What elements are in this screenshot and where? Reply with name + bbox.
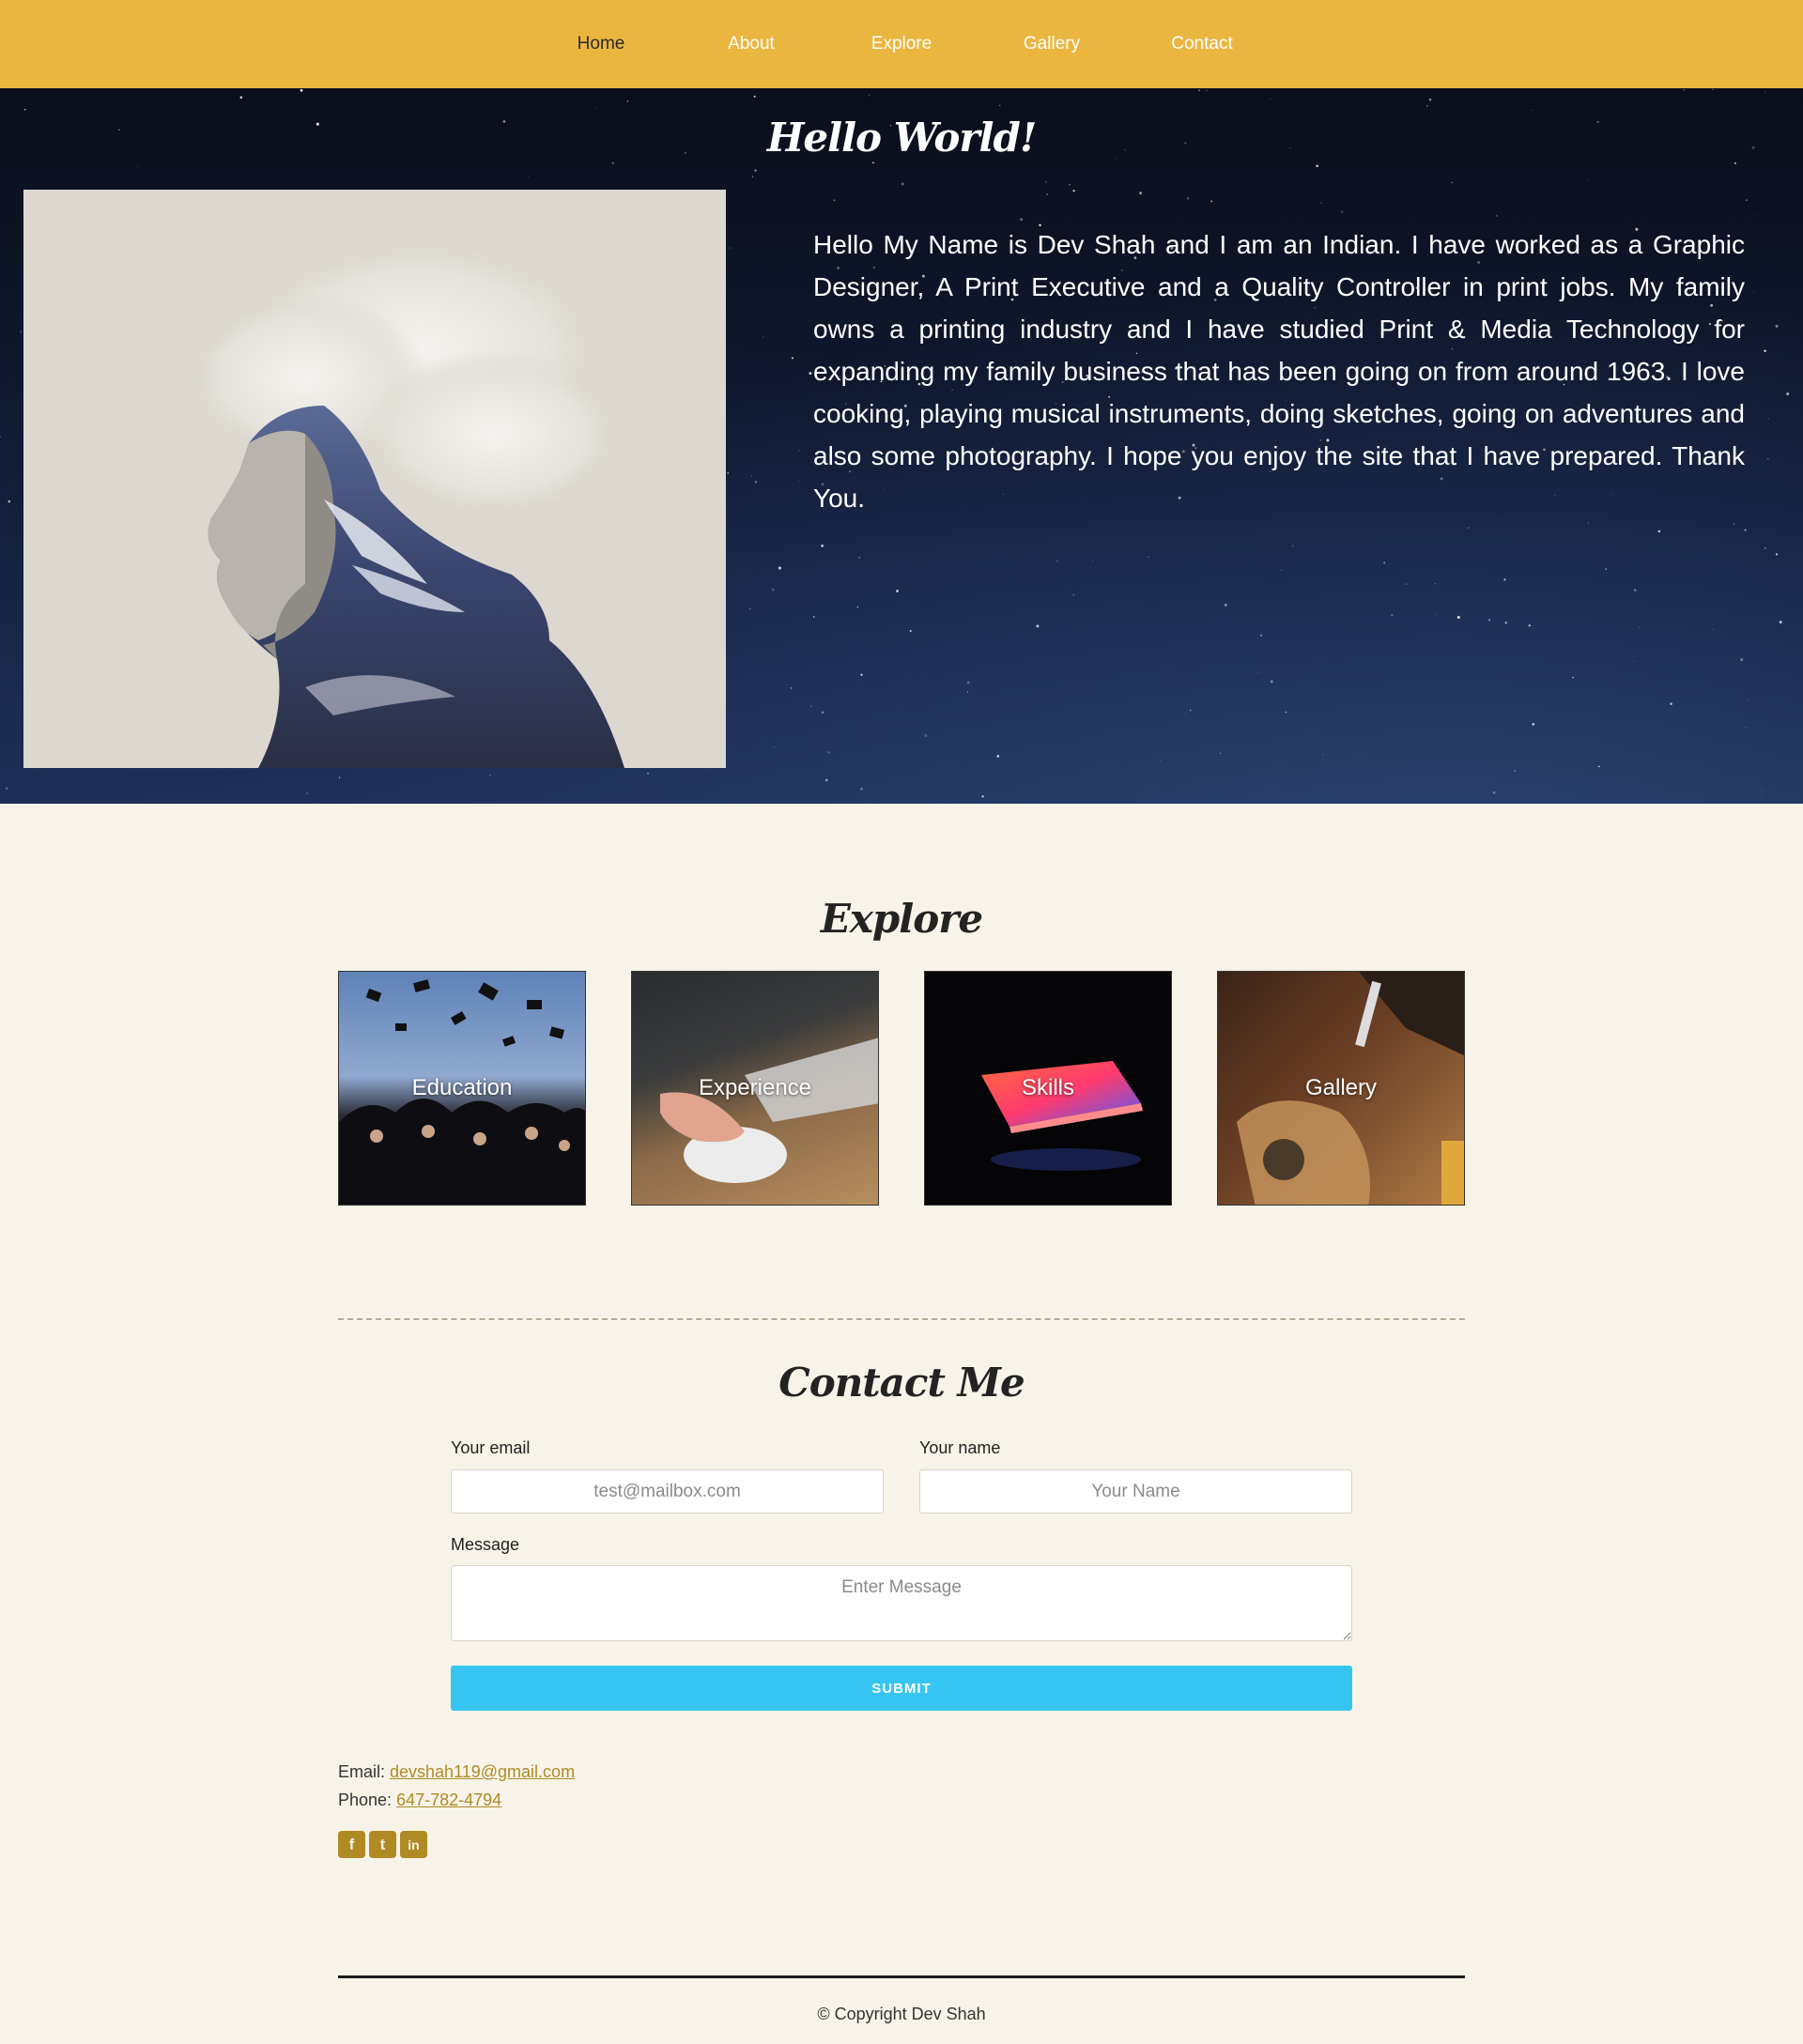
submit-button[interactable]: SUBMIT xyxy=(451,1666,1352,1711)
email-label: Your email xyxy=(451,1438,531,1457)
linkedin-icon[interactable]: in xyxy=(400,1831,427,1858)
name-field[interactable] xyxy=(919,1469,1352,1514)
email-prefix: Email: xyxy=(338,1762,391,1781)
section-divider xyxy=(338,1318,1465,1320)
nav-menu: Home About Explore Gallery Contact xyxy=(526,24,1277,64)
social-icons: f t in xyxy=(338,1831,427,1858)
explore-tile-skills[interactable]: Skills xyxy=(924,971,1172,1206)
explore-tiles: Education Experience Skills Gallery xyxy=(338,971,1465,1206)
explore-tile-gallery[interactable]: Gallery xyxy=(1217,971,1465,1206)
hero-bio-text: Hello My Name is Dev Shah and I am an In… xyxy=(813,230,1745,513)
profile-portrait-image xyxy=(23,190,726,768)
copyright-text: © Copyright Dev Shah xyxy=(817,2005,986,2023)
contact-heading: Contact Me xyxy=(778,1360,1025,1406)
hero-section: Hello World! Hello My Name is Dev Shah a… xyxy=(0,88,1803,804)
explore-tile-education[interactable]: Education xyxy=(338,971,586,1206)
twitter-icon[interactable]: t xyxy=(369,1831,396,1858)
nav-home-link[interactable]: Home xyxy=(570,24,633,64)
name-label: Your name xyxy=(919,1438,1001,1457)
phone-prefix: Phone: xyxy=(338,1790,397,1809)
explore-tile-label: Experience xyxy=(698,1075,812,1100)
explore-tile-label: Skills xyxy=(1021,1075,1074,1100)
contact-phone-line: Phone: 647-782-4794 xyxy=(338,1790,501,1810)
facebook-icon[interactable]: f xyxy=(338,1831,365,1858)
contact-email-line: Email: devshah119@gmail.com xyxy=(338,1762,575,1782)
nav-gallery-link[interactable]: Gallery xyxy=(1016,24,1087,64)
nav-about-link[interactable]: About xyxy=(720,24,782,64)
nav-contact-link[interactable]: Contact xyxy=(1163,24,1240,64)
nav-explore-link[interactable]: Explore xyxy=(864,24,939,64)
message-field[interactable] xyxy=(451,1565,1352,1641)
footer-divider xyxy=(338,1975,1465,1978)
explore-tile-experience[interactable]: Experience xyxy=(631,971,879,1206)
phone-link[interactable]: 647-782-4794 xyxy=(396,1790,501,1809)
hero-title: Hello World! xyxy=(766,115,1038,161)
email-field[interactable] xyxy=(451,1469,884,1514)
explore-heading: Explore xyxy=(820,896,983,942)
email-link[interactable]: devshah119@gmail.com xyxy=(390,1762,575,1781)
message-label: Message xyxy=(451,1535,520,1554)
top-navbar: Home About Explore Gallery Contact xyxy=(0,0,1803,88)
explore-tile-label: Education xyxy=(411,1075,513,1100)
explore-tile-label: Gallery xyxy=(1304,1075,1378,1100)
